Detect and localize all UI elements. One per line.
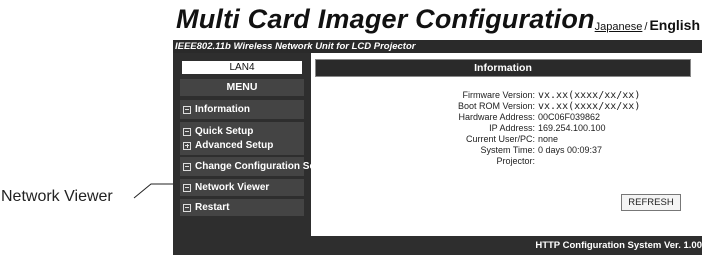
refresh-button[interactable]: REFRESH — [621, 194, 681, 211]
minus-box-icon — [183, 203, 191, 212]
information-header: Information — [315, 59, 691, 77]
japanese-language-link[interactable]: Japanese — [595, 21, 643, 33]
sidebar-item-label: Restart — [195, 202, 230, 213]
info-row-system-time: System Time: 0 days 00:09:37 — [425, 145, 640, 156]
info-value: none — [538, 134, 559, 144]
info-value: 169.254.100.100 — [538, 123, 606, 133]
info-row-hardware-address: Hardware Address: 00C06F039862 — [425, 112, 640, 123]
sidebar-item-advanced-setup[interactable]: Advanced Setup — [183, 139, 304, 153]
info-value: 0 days 00:09:37 — [538, 145, 603, 155]
info-label: Hardware Address: — [458, 112, 535, 122]
subtitle-bar: IEEE802.11b Wireless Network Unit for LC… — [173, 40, 702, 53]
sidebar-item-label: Network Viewer — [195, 182, 270, 193]
lan-indicator: LAN4 — [182, 61, 302, 74]
sidebar-item-label: Advanced Setup — [195, 140, 274, 151]
info-label: Boot ROM Version: — [457, 101, 535, 111]
footer-bar: HTTP Configuration System Ver. 1.00 — [173, 236, 702, 255]
browser-page: Multi Card Imager Configuration Japanese… — [173, 0, 702, 255]
language-separator: / — [644, 21, 648, 33]
minus-box-icon — [183, 105, 191, 114]
info-label: Current User/PC: — [465, 134, 535, 144]
sidebar-item-label: Change Configuration Set — [195, 161, 319, 172]
main-panel: Information Firmware Version: vx.xx(xxxx… — [311, 53, 702, 236]
minus-box-icon — [183, 127, 191, 136]
minus-box-icon — [183, 183, 191, 192]
sidebar-item-network-viewer[interactable]: Network Viewer — [180, 179, 304, 196]
sidebar-item-information[interactable]: Information — [180, 100, 304, 119]
info-label: IP Address: — [489, 123, 535, 133]
info-row-boot-rom-version: Boot ROM Version: vx.xx(xxxx/xx/xx) — [425, 101, 640, 112]
sidebar-item-quick-setup[interactable]: Quick Setup — [183, 125, 304, 139]
sidebar-item-label: Quick Setup — [195, 126, 254, 137]
sidebar: LAN4 MENU Information Quick Setup Advanc… — [173, 53, 318, 236]
minus-box-icon — [183, 162, 191, 171]
english-language-link[interactable]: English — [649, 17, 700, 33]
info-value: vx.xx(xxxx/xx/xx) — [538, 101, 641, 112]
info-label: System Time: — [480, 145, 535, 155]
sidebar-item-restart[interactable]: Restart — [180, 199, 304, 216]
info-value: 00C06F039862 — [538, 112, 601, 122]
info-row-projector: Projector: — [425, 156, 640, 167]
info-label: Firmware Version: — [462, 90, 535, 100]
info-value: vx.xx(xxxx/xx/xx) — [538, 90, 641, 101]
plus-box-icon — [183, 141, 191, 150]
menu-header: MENU — [180, 79, 304, 96]
page-title: Multi Card Imager Configuration — [176, 4, 595, 34]
sidebar-group-setup: Quick Setup Advanced Setup — [180, 122, 304, 155]
language-switcher: Japanese / English — [595, 17, 700, 33]
information-table: Firmware Version: vx.xx(xxxx/xx/xx) Boot… — [425, 90, 640, 167]
info-row-firmware-version: Firmware Version: vx.xx(xxxx/xx/xx) — [425, 90, 640, 101]
info-row-current-user: Current User/PC: none — [425, 134, 640, 145]
sidebar-item-label: Information — [195, 104, 250, 115]
info-label: Projector: — [496, 156, 535, 166]
info-row-ip-address: IP Address: 169.254.100.100 — [425, 123, 640, 134]
sidebar-item-change-configuration-set[interactable]: Change Configuration Set — [180, 157, 318, 176]
